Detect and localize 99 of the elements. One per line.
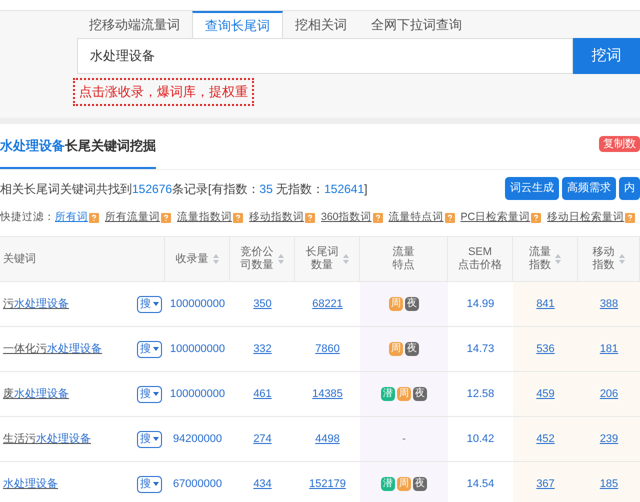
filter-link[interactable]: 流量特点词 (388, 210, 444, 226)
search-dropdown[interactable]: 搜 (137, 476, 162, 492)
count-link[interactable]: 461 (253, 386, 272, 402)
count-link[interactable]: 452 (536, 430, 555, 448)
help-icon (531, 213, 542, 223)
help-icon (305, 213, 315, 223)
traffic-tag: 夜 (405, 297, 419, 311)
empty-value: - (402, 432, 406, 447)
filter-link[interactable]: 所有词 (55, 210, 88, 226)
count-link[interactable]: 536 (536, 340, 555, 358)
table-cell-text: 10.42 (466, 432, 494, 447)
count-link[interactable]: 152179 (309, 476, 346, 492)
table-cell-text: 100000000 (170, 342, 226, 357)
action-button[interactable]: 内 (619, 177, 640, 200)
table-cell-text: 14.99 (466, 296, 494, 312)
count-link[interactable]: 332 (253, 340, 272, 358)
traffic-tag: 潜 (381, 477, 395, 491)
count-link[interactable]: 434 (253, 476, 272, 492)
traffic-tag: 夜 (413, 387, 427, 401)
search-dropdown[interactable]: 搜 (137, 296, 162, 312)
help-icon (161, 213, 171, 223)
hint-link[interactable]: 点击涨收录，爆词库，提权重 (73, 78, 254, 106)
column-header: 移动 指数 (592, 246, 614, 272)
caret-icon (153, 302, 159, 306)
caret-icon (153, 437, 159, 441)
sort-icon[interactable] (278, 254, 284, 264)
table-cell-text: 67000000 (173, 476, 222, 492)
count-link[interactable]: 206 (600, 386, 618, 402)
traffic-tag: 夜 (405, 342, 419, 356)
column-header: 收录量 (176, 252, 208, 266)
column-header: 流量 特点 (392, 246, 414, 272)
filter-link[interactable]: PC日检索量词 (460, 210, 530, 226)
traffic-tag: 周 (389, 297, 403, 311)
count-link[interactable]: 459 (536, 386, 555, 402)
sort-icon[interactable] (342, 254, 348, 264)
count-link[interactable]: 388 (600, 296, 618, 312)
count-link[interactable]: 841 (536, 296, 555, 312)
search-button[interactable]: 挖词 (573, 38, 640, 74)
filter-link[interactable]: 移动指数词 (249, 210, 304, 226)
filter-link[interactable]: 移动日检索量词 (547, 210, 624, 226)
tab[interactable]: 查询长尾词 (192, 11, 283, 38)
column-header: 竞价公 司数量 (240, 246, 274, 272)
help-icon (625, 213, 636, 223)
help-icon (89, 213, 99, 223)
keyword-link[interactable]: 生活污水处理设备 (3, 430, 91, 448)
keyword-link[interactable]: 污水处理设备 (3, 296, 69, 312)
column-header: 流量 指数 (529, 246, 551, 272)
table-cell-text: 94200000 (173, 432, 222, 447)
search-dropdown[interactable]: 搜 (137, 430, 162, 448)
sort-icon[interactable] (618, 254, 624, 264)
search-dropdown[interactable]: 搜 (137, 340, 162, 358)
traffic-tag: 周 (397, 387, 411, 401)
action-button[interactable]: 高频需求 (562, 177, 616, 200)
column-header: 关键词 (3, 252, 36, 266)
column-header: SEM 点击价格 (458, 246, 502, 272)
copy-data-button[interactable]: 复制数 (599, 136, 640, 152)
keyword-link[interactable]: 水处理设备 (3, 476, 58, 492)
count-link[interactable]: 68221 (312, 296, 343, 312)
tab[interactable]: 挖移动端流量词 (77, 11, 192, 38)
count-link[interactable]: 7860 (315, 340, 340, 358)
traffic-tag: 周 (397, 477, 411, 491)
sort-icon[interactable] (555, 254, 561, 264)
count-link[interactable]: 239 (600, 430, 618, 448)
caret-icon (153, 392, 159, 396)
tab[interactable]: 全网下拉词查询 (359, 11, 474, 38)
help-icon (233, 213, 243, 223)
table-cell-text: 100000000 (170, 296, 226, 312)
table-cell-text: 14.73 (466, 342, 494, 357)
help-icon (444, 213, 455, 223)
traffic-tag: 周 (389, 342, 403, 356)
search-field[interactable]: 水处理设备 (77, 38, 573, 74)
keyword-link[interactable]: 一体化污水处理设备 (3, 340, 102, 358)
traffic-tag: 潜 (381, 387, 395, 401)
table-cell-text: 100000000 (170, 386, 226, 402)
traffic-tag: 夜 (413, 477, 427, 491)
keyword-link[interactable]: 废水处理设备 (3, 386, 69, 402)
count-link[interactable]: 274 (253, 430, 272, 448)
caret-icon (153, 347, 159, 351)
filter-label: 快捷过滤： (0, 210, 55, 226)
section-title: 水处理设备长尾关键词挖掘 (0, 136, 156, 169)
results-summary: 相关长尾词关键词共找到152676条记录[有指数：35 无指数：152641] (0, 180, 368, 198)
count-link[interactable]: 350 (253, 296, 272, 312)
count-link[interactable]: 181 (600, 340, 618, 358)
count-link[interactable]: 185 (600, 476, 618, 492)
table-cell-text: 12.58 (466, 386, 494, 402)
help-icon (372, 213, 383, 223)
filter-link[interactable]: 所有流量词 (105, 210, 160, 226)
action-button[interactable]: 词云生成 (505, 177, 559, 200)
column-header: 长尾词 数量 (306, 246, 338, 272)
caret-icon (153, 482, 159, 486)
search-dropdown[interactable]: 搜 (137, 386, 162, 402)
sort-icon[interactable] (212, 254, 218, 264)
count-link[interactable]: 367 (536, 476, 555, 492)
table-cell-text: 14.54 (466, 476, 494, 492)
count-link[interactable]: 14385 (312, 386, 343, 402)
filter-link[interactable]: 流量指数词 (177, 210, 232, 226)
tab[interactable]: 挖相关词 (283, 11, 359, 38)
count-link[interactable]: 4498 (315, 430, 340, 448)
filter-link[interactable]: 360指数词 (321, 210, 372, 226)
